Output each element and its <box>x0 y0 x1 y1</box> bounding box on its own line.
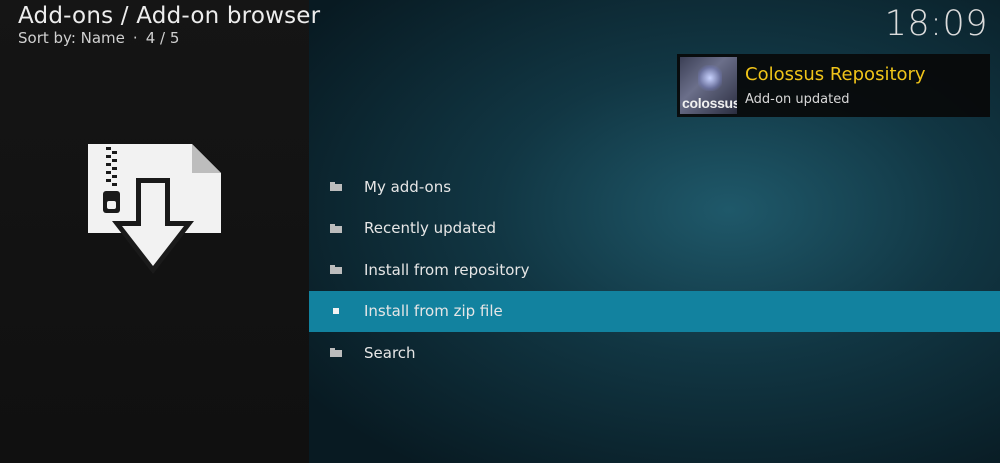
folder-icon <box>329 346 343 360</box>
notification-text: Colossus Repository Add-on updated <box>745 64 926 107</box>
menu-item-label: Install from repository <box>364 260 530 279</box>
menu-item-label: Install from zip file <box>364 302 503 321</box>
sort-label: Sort by: Name <box>18 29 125 47</box>
notification-toast: colossus Colossus Repository Add-on upda… <box>677 54 990 117</box>
addon-thumbnail: colossus <box>680 57 737 114</box>
menu-item-install-from-zip[interactable]: Install from zip file <box>309 290 1000 332</box>
menu-item-recently-updated[interactable]: Recently updated <box>309 208 1000 250</box>
folder-icon <box>329 263 343 277</box>
zip-install-icon <box>88 144 221 274</box>
item-position: 4 / 5 <box>145 29 180 47</box>
menu-item-label: Search <box>364 343 416 362</box>
page-title: Add-ons / Add-on browser <box>18 3 321 29</box>
addon-menu: My add-ons Recently updated Install from… <box>309 166 1000 374</box>
folder-icon <box>329 221 343 235</box>
thumbnail-text: colossus <box>682 95 737 111</box>
thumbnail-glow <box>698 65 722 91</box>
menu-item-label: Recently updated <box>364 219 497 238</box>
notification-message: Add-on updated <box>745 92 850 107</box>
folder-icon <box>329 180 343 194</box>
square-icon <box>329 304 343 318</box>
menu-item-install-from-repository[interactable]: Install from repository <box>309 249 1000 291</box>
clock: 18:09 <box>884 4 988 44</box>
notification-title: Colossus Repository <box>745 64 926 85</box>
menu-item-my-addons[interactable]: My add-ons <box>309 166 1000 208</box>
menu-item-search[interactable]: Search <box>309 332 1000 374</box>
menu-item-label: My add-ons <box>364 177 452 196</box>
separator-dot: · <box>132 29 138 47</box>
sort-info: Sort by: Name · 4 / 5 <box>18 29 179 47</box>
